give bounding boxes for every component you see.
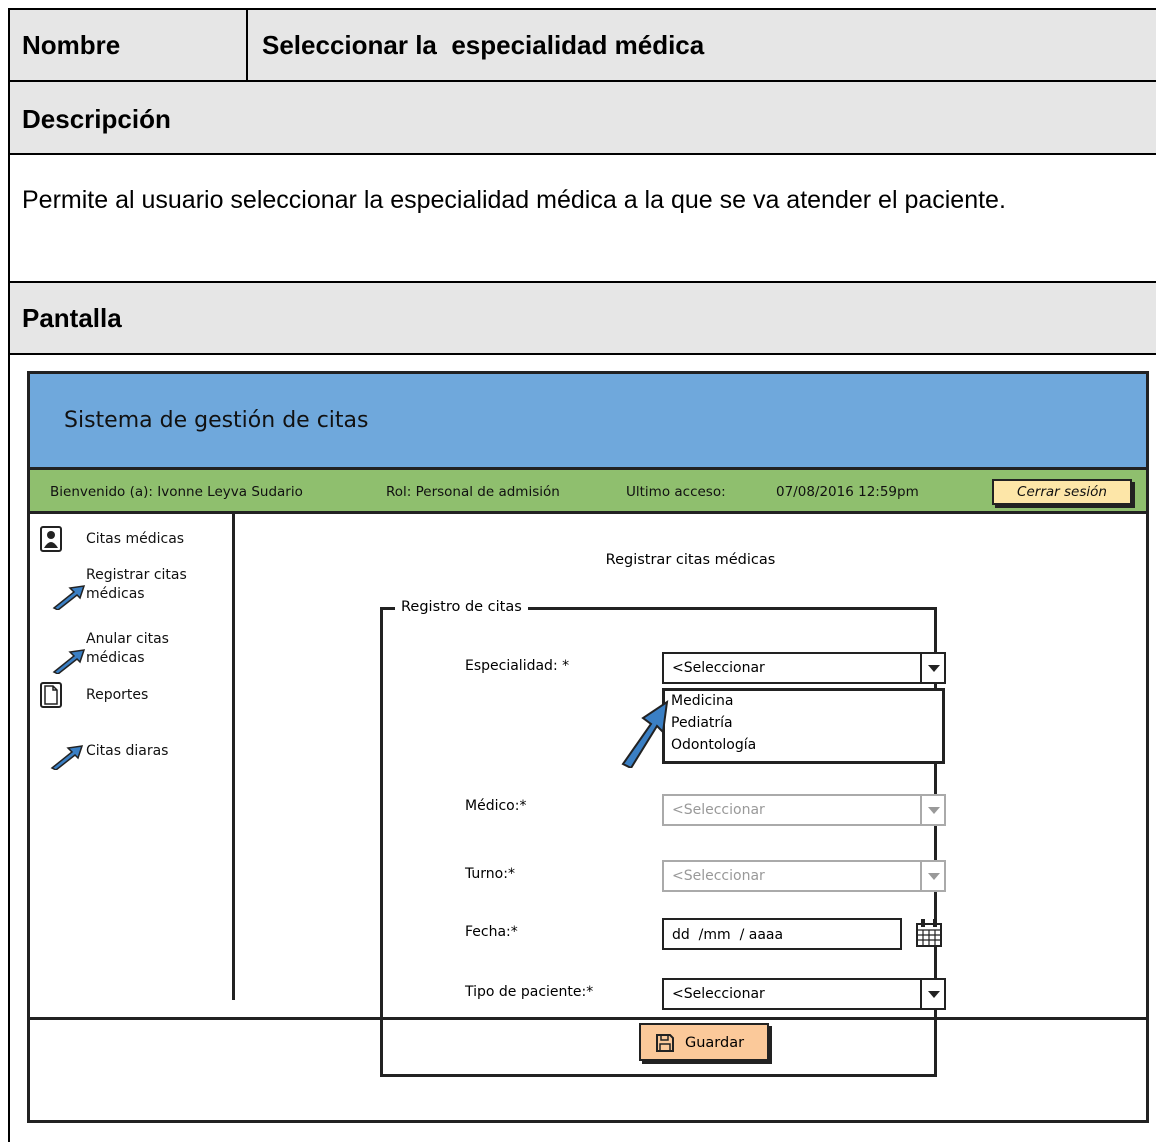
description-header-row: Descripción: [10, 82, 1156, 155]
sidebar-item-cancel-line1[interactable]: Anular citas: [86, 630, 169, 649]
fieldset-legend: Registro de citas: [395, 599, 528, 615]
dropdown-option[interactable]: Medicina: [671, 693, 734, 709]
save-icon: [656, 1034, 674, 1052]
sidebar-item-register-line2[interactable]: médicas: [86, 585, 145, 604]
calendar-icon[interactable]: [915, 918, 943, 948]
chevron-down-icon[interactable]: [920, 796, 944, 824]
specialty-dropdown: Medicina Pediatría Odontología: [662, 688, 945, 764]
role-text: Rol: Personal de admisión: [386, 484, 560, 500]
logout-button[interactable]: Cerrar sesión: [992, 479, 1132, 505]
last-access-value: 07/08/2016 12:59pm: [776, 484, 919, 500]
arrow-icon: [621, 699, 669, 768]
last-access-label: Ultimo acceso:: [626, 484, 726, 500]
dropdown-option[interactable]: Odontología: [671, 737, 756, 753]
main-content: Registrar citas médicas Registro de cita…: [235, 514, 1146, 1077]
name-label-cell: Nombre: [10, 10, 248, 80]
shift-label: Turno:*: [465, 866, 515, 882]
sidebar-item-appointments[interactable]: Citas médicas: [86, 530, 184, 549]
doctor-select[interactable]: <Seleccionar: [662, 794, 946, 826]
name-row: Nombre Seleccionar la especialidad médic…: [10, 10, 1156, 82]
user-icon: [40, 526, 62, 552]
name-value: Seleccionar la especialidad médica: [262, 30, 705, 60]
specialty-select-value: <Seleccionar: [672, 660, 765, 676]
specialty-select[interactable]: <Seleccionar: [662, 652, 946, 684]
footer-bar: [30, 1000, 1146, 1020]
dropdown-option[interactable]: Pediatría: [671, 715, 733, 731]
shift-select[interactable]: <Seleccionar: [662, 860, 946, 892]
welcome-text: Bienvenido (a): Ivonne Leyva Sudario: [50, 484, 303, 500]
screen-label: Pantalla: [22, 303, 122, 333]
date-placeholder: dd /mm / aaaa: [672, 927, 784, 943]
chevron-down-icon[interactable]: [920, 862, 944, 890]
save-button[interactable]: Guardar: [639, 1023, 769, 1061]
date-input[interactable]: dd /mm / aaaa: [662, 918, 902, 950]
description-text: Permite al usuario seleccionar la especi…: [22, 186, 1006, 214]
document-icon: [40, 682, 62, 708]
arrow-icon: [52, 585, 86, 610]
description-label: Descripción: [22, 104, 171, 134]
save-label: Guardar: [685, 1035, 745, 1051]
chevron-down-icon[interactable]: [920, 654, 944, 682]
patient-type-label: Tipo de paciente:*: [465, 984, 594, 1000]
page-title: Registrar citas médicas: [605, 552, 776, 568]
doctor-label: Médico:*: [465, 798, 527, 814]
doctor-select-value: <Seleccionar: [672, 802, 765, 818]
arrow-icon: [52, 649, 86, 674]
app-title-bar: Sistema de gestión de citas: [30, 374, 1146, 470]
sidebar-item-daily[interactable]: Citas diaras: [86, 742, 168, 761]
arrow-icon: [50, 745, 84, 770]
user-status-bar: Bienvenido (a): Ivonne Leyva Sudario Rol…: [30, 470, 1146, 514]
sidebar-item-cancel-line2[interactable]: médicas: [86, 649, 145, 668]
name-label: Nombre: [22, 30, 121, 60]
app-mockup: Sistema de gestión de citas Bienvenido (…: [27, 371, 1149, 1123]
description-row: Permite al usuario seleccionar la especi…: [10, 155, 1156, 283]
sidebar-item-register-line1[interactable]: Registrar citas: [86, 566, 187, 585]
sidebar-item-reports[interactable]: Reportes: [86, 686, 148, 705]
shift-select-value: <Seleccionar: [672, 868, 765, 884]
app-title: Sistema de gestión de citas: [64, 408, 369, 433]
screen-header-row: Pantalla: [10, 283, 1156, 355]
date-label: Fecha:*: [465, 924, 518, 940]
sidebar: Citas médicas Registrar citas médicas An…: [30, 514, 235, 1000]
specialty-label: Especialidad: *: [465, 658, 570, 674]
